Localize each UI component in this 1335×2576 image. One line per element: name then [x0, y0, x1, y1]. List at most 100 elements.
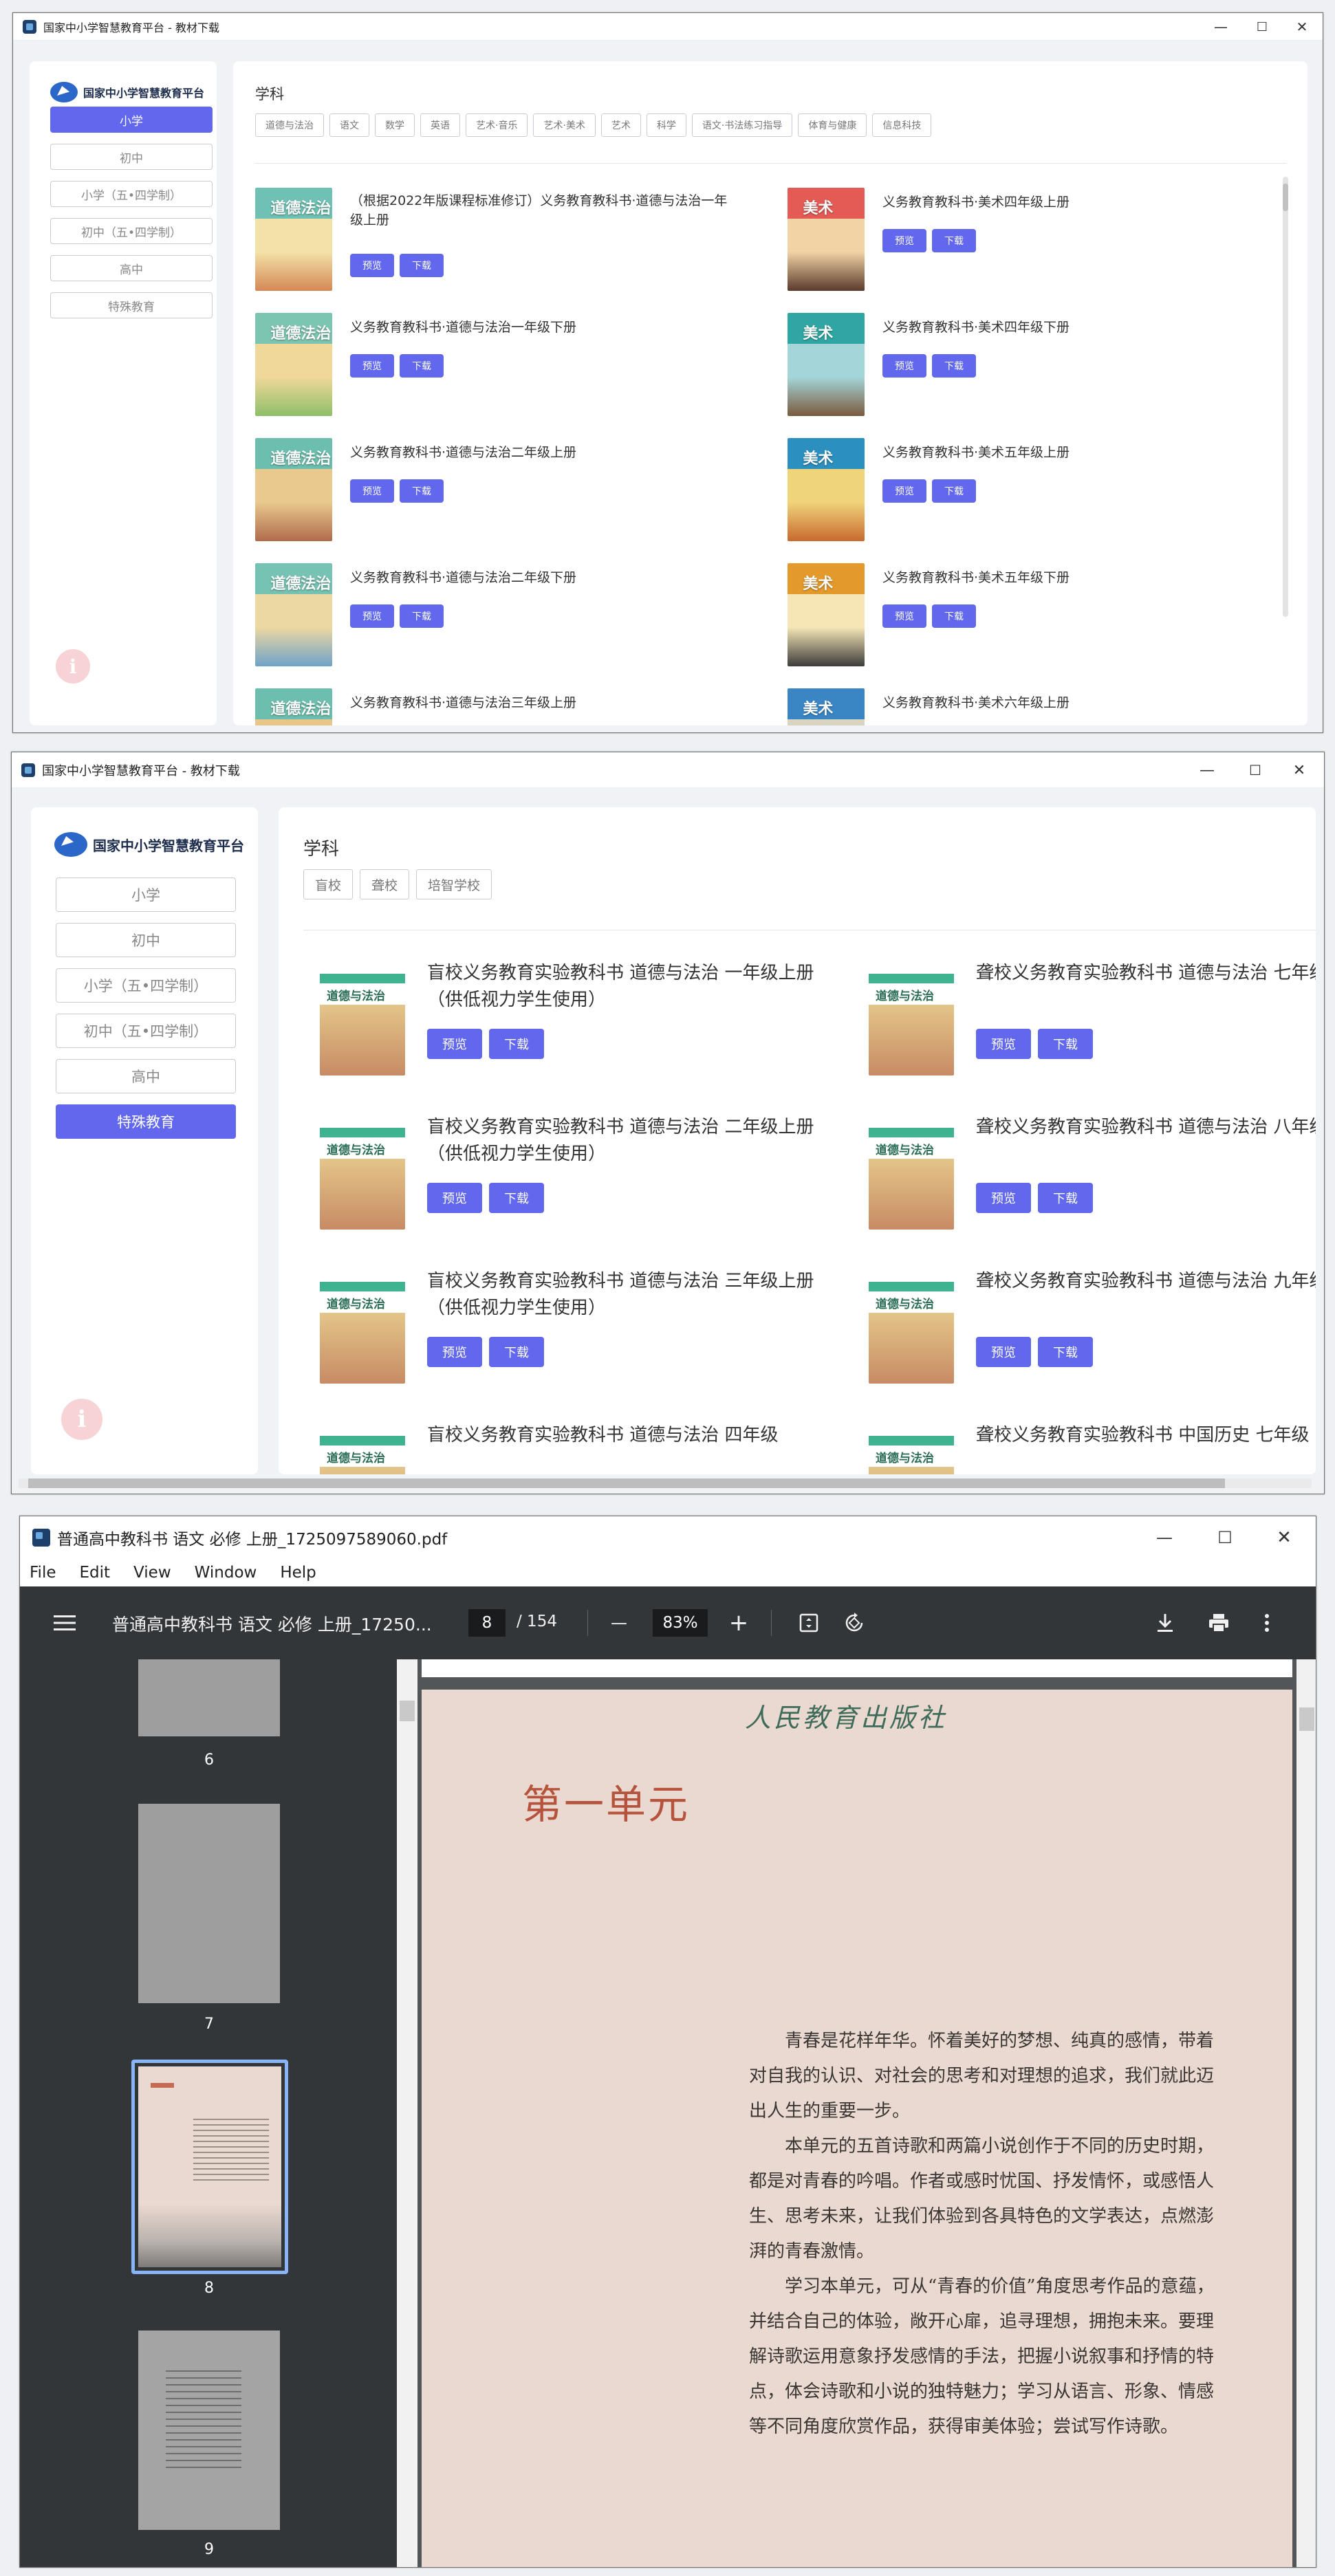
nav-button[interactable]: 小学 — [56, 877, 236, 912]
book-cover[interactable]: 道德与法治 — [320, 957, 405, 1076]
window-titlebar[interactable]: 国家中小学智慧教育平台 - 教材下载 — ☐ ✕ — [12, 752, 1324, 788]
close-button[interactable]: ✕ — [1257, 1516, 1312, 1559]
preview-button[interactable]: 预览 — [427, 1183, 482, 1213]
menu-file[interactable]: File — [30, 1564, 56, 1582]
subject-chip[interactable]: 体育与健康 — [798, 113, 867, 137]
zoom-out-button[interactable]: — — [603, 1607, 635, 1639]
maximize-button[interactable]: ☐ — [1235, 752, 1276, 788]
document-vscroll[interactable] — [1296, 1659, 1316, 2567]
thumbnail-page-8[interactable] — [138, 2066, 281, 2267]
book-cover[interactable]: 美术 — [788, 438, 865, 541]
preview-button[interactable]: 预览 — [882, 354, 926, 378]
zoom-in-button[interactable]: + — [723, 1607, 755, 1639]
book-cover[interactable]: 道德与法治 — [869, 1419, 954, 1474]
download-button[interactable]: 下载 — [932, 354, 976, 378]
page-number-input[interactable]: 8 — [468, 1609, 506, 1637]
info-icon[interactable]: i — [56, 649, 90, 684]
nav-button[interactable]: 初中 — [56, 923, 236, 957]
thumbnail-vscroll[interactable] — [397, 1659, 417, 2567]
subject-chip[interactable]: 科学 — [646, 113, 686, 137]
menu-view[interactable]: View — [133, 1564, 171, 1582]
book-cover[interactable]: 道德法治 — [255, 563, 332, 666]
download-icon[interactable] — [1149, 1607, 1181, 1639]
download-button[interactable]: 下载 — [489, 1183, 544, 1213]
download-button[interactable]: 下载 — [400, 479, 444, 503]
minimize-button[interactable]: — — [1200, 13, 1241, 41]
download-button[interactable]: 下载 — [1038, 1183, 1093, 1213]
menu-help[interactable]: Help — [280, 1564, 316, 1582]
preview-button[interactable]: 预览 — [350, 354, 394, 378]
preview-button[interactable]: 预览 — [427, 1029, 482, 1059]
download-button[interactable]: 下载 — [400, 604, 444, 628]
subject-chip[interactable]: 道德与法治 — [255, 113, 324, 137]
book-cover[interactable]: 道德与法治 — [320, 1419, 405, 1474]
subject-chip[interactable]: 艺术·音乐 — [466, 113, 528, 137]
window-titlebar[interactable]: 国家中小学智慧教育平台 - 教材下载 — ☐ ✕ — [13, 13, 1323, 41]
download-button[interactable]: 下载 — [932, 604, 976, 628]
maximize-button[interactable]: ☐ — [1197, 1516, 1252, 1559]
subject-chip[interactable]: 信息科技 — [872, 113, 932, 137]
subject-chip[interactable]: 盲校 — [303, 869, 354, 899]
book-cover[interactable]: 美术 — [788, 688, 865, 725]
more-options-icon[interactable] — [1251, 1607, 1283, 1639]
window-titlebar[interactable]: 普通高中教科书 语文 必修 上册_1725097589060.pdf — ☐ ✕ — [20, 1516, 1316, 1559]
download-button[interactable]: 下载 — [489, 1029, 544, 1059]
download-button[interactable]: 下载 — [932, 229, 976, 252]
download-button[interactable]: 下载 — [1038, 1337, 1093, 1367]
book-cover[interactable]: 美术 — [788, 188, 865, 291]
menu-edit[interactable]: Edit — [80, 1564, 111, 1582]
download-button[interactable]: 下载 — [400, 254, 444, 277]
nav-button[interactable]: 小学 — [50, 107, 213, 133]
book-cover[interactable]: 道德与法治 — [869, 1111, 954, 1230]
scrollbar[interactable] — [1283, 177, 1288, 617]
book-cover[interactable]: 美术 — [788, 313, 865, 416]
close-button[interactable]: ✕ — [1279, 752, 1320, 788]
nav-button[interactable]: 特殊教育 — [50, 292, 213, 318]
preview-button[interactable]: 预览 — [350, 479, 394, 503]
subject-chip[interactable]: 培智学校 — [416, 869, 492, 899]
thumbnail-page-9[interactable] — [138, 2331, 280, 2530]
nav-button[interactable]: 高中 — [56, 1059, 236, 1093]
subject-chip[interactable]: 数学 — [375, 113, 415, 137]
nav-button[interactable]: 高中 — [50, 255, 213, 281]
fit-page-icon[interactable] — [793, 1607, 825, 1639]
book-cover[interactable]: 美术 — [788, 563, 865, 666]
preview-button[interactable]: 预览 — [350, 254, 394, 277]
preview-button[interactable]: 预览 — [976, 1029, 1031, 1059]
minimize-button[interactable]: — — [1186, 752, 1228, 788]
menu-window[interactable]: Window — [195, 1564, 257, 1582]
scrollbar-thumb[interactable] — [1283, 184, 1288, 211]
subject-chip[interactable]: 艺术 — [600, 113, 641, 137]
nav-button[interactable]: 初中（五•四学制） — [56, 1014, 236, 1048]
zoom-level-input[interactable]: 83% — [653, 1609, 708, 1637]
nav-button[interactable]: 初中 — [50, 144, 213, 170]
book-cover[interactable]: 道德与法治 — [320, 1265, 405, 1384]
download-button[interactable]: 下载 — [932, 479, 976, 503]
book-cover[interactable]: 道德法治 — [255, 313, 332, 416]
book-cover[interactable]: 道德法治 — [255, 438, 332, 541]
nav-button[interactable]: 初中（五•四学制） — [50, 218, 213, 244]
preview-button[interactable]: 预览 — [350, 604, 394, 628]
book-cover[interactable]: 道德法治 — [255, 688, 332, 725]
minimize-button[interactable]: — — [1137, 1516, 1192, 1559]
maximize-button[interactable]: ☐ — [1241, 13, 1283, 41]
thumbnail-page-6[interactable] — [138, 1659, 280, 1736]
book-cover[interactable]: 道德与法治 — [869, 957, 954, 1076]
print-icon[interactable] — [1203, 1607, 1235, 1639]
preview-button[interactable]: 预览 — [976, 1183, 1031, 1213]
rotate-icon[interactable] — [838, 1607, 870, 1639]
preview-button[interactable]: 预览 — [976, 1337, 1031, 1367]
book-cover[interactable]: 道德法治 — [255, 188, 332, 291]
thumbnail-page-7[interactable] — [138, 1804, 280, 2003]
preview-button[interactable]: 预览 — [882, 604, 926, 628]
subject-chip[interactable]: 艺术·美术 — [533, 113, 596, 137]
subject-chip[interactable]: 语文·书法练习指导 — [691, 113, 793, 137]
close-button[interactable]: ✕ — [1281, 13, 1323, 41]
subject-chip[interactable]: 英语 — [420, 113, 460, 137]
preview-button[interactable]: 预览 — [882, 479, 926, 503]
subject-chip[interactable]: 语文 — [329, 113, 369, 137]
sidebar-menu-icon[interactable] — [47, 1606, 82, 1640]
download-button[interactable]: 下载 — [489, 1337, 544, 1367]
nav-button[interactable]: 特殊教育 — [56, 1104, 236, 1139]
download-button[interactable]: 下载 — [1038, 1029, 1093, 1059]
